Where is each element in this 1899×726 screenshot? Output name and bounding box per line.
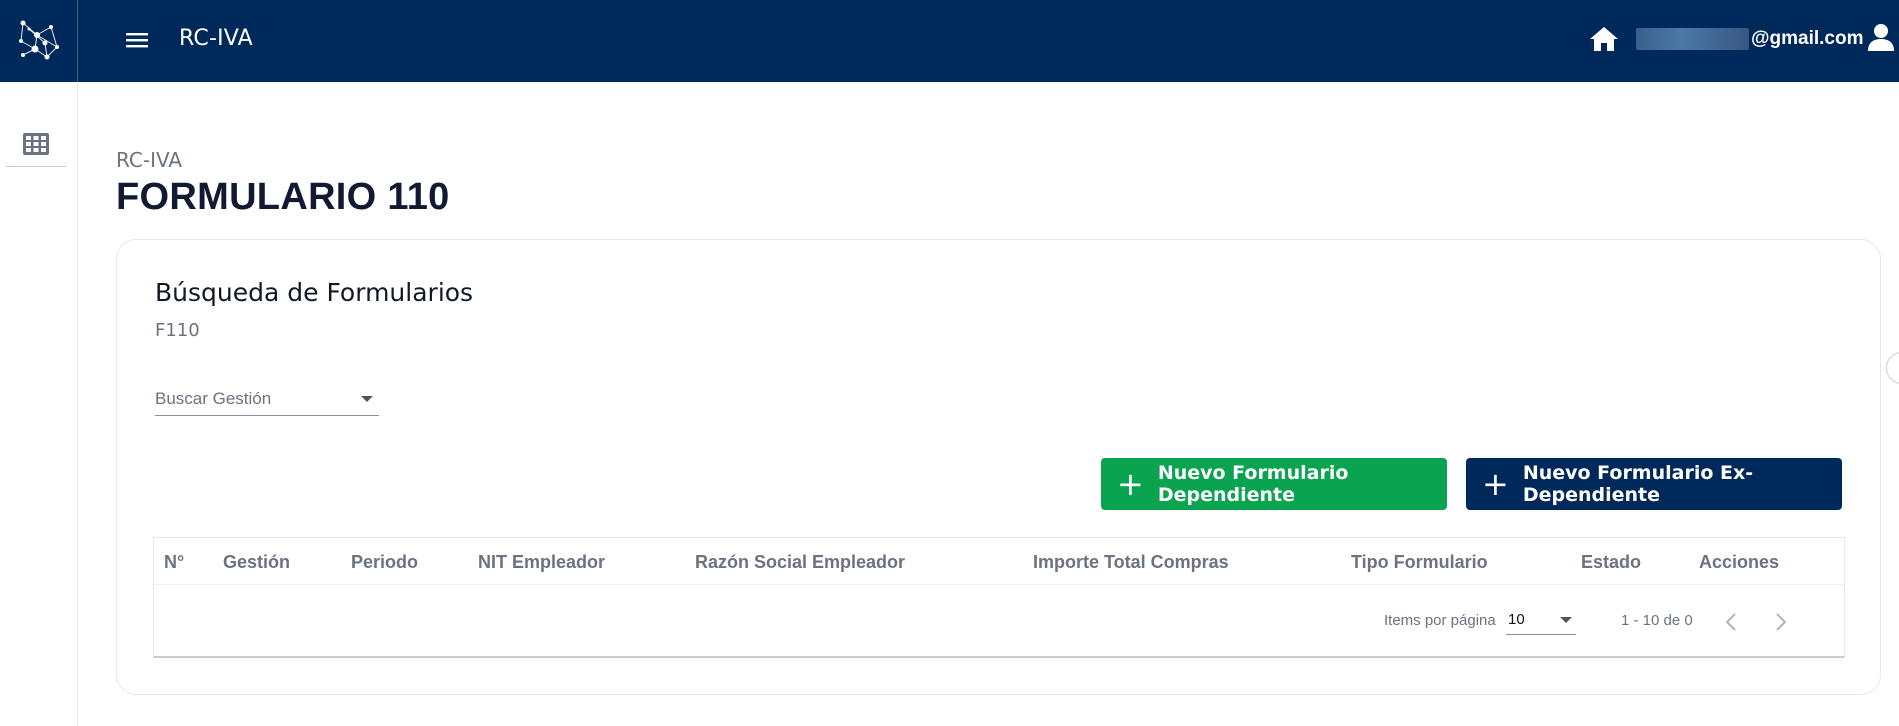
user-email-suffix: @gmail.com — [1751, 28, 1864, 49]
column-header-importe-total[interactable]: Importe Total Compras — [1033, 552, 1229, 573]
forms-table: N° Gestión Periodo NIT Empleador Razón S… — [153, 537, 1845, 658]
column-header-periodo[interactable]: Periodo — [351, 552, 418, 573]
plus-icon: + — [1117, 465, 1144, 503]
network-logo-icon — [18, 20, 59, 60]
column-header-tipo-formulario[interactable]: Tipo Formulario — [1351, 552, 1488, 573]
gestion-select-placeholder: Buscar Gestión — [155, 389, 272, 408]
redacted-email-mask — [1636, 28, 1749, 50]
column-header-gestion[interactable]: Gestión — [223, 552, 290, 573]
page-size-value: 10 — [1508, 611, 1525, 628]
gestion-select[interactable]: Buscar Gestión — [155, 381, 379, 416]
home-icon — [1590, 27, 1618, 51]
user-account-button[interactable] — [1866, 22, 1896, 52]
card-subtitle: F110 — [155, 320, 200, 341]
chevron-down-icon — [1560, 617, 1572, 623]
previous-page-button[interactable] — [1713, 604, 1749, 640]
new-dependent-form-label: Nuevo Formulario Dependiente — [1157, 462, 1349, 506]
left-sidebar — [0, 82, 78, 726]
app-title: RC-IVA — [179, 26, 253, 51]
hamburger-menu-icon — [126, 33, 148, 48]
search-card: Búsqueda de Formularios F110 Buscar Gest… — [116, 239, 1881, 695]
sidebar-item-formularios[interactable] — [6, 122, 66, 167]
page-range-label: 1 - 10 de 0 — [1621, 612, 1693, 629]
card-title: Búsqueda de Formularios — [155, 278, 474, 307]
hamburger-menu-button[interactable] — [121, 24, 153, 56]
plus-icon: + — [1482, 465, 1509, 503]
table-header-row: N° Gestión Periodo NIT Empleador Razón S… — [154, 538, 1844, 585]
column-header-nit-empleador[interactable]: NIT Empleador — [478, 552, 605, 573]
top-app-bar: RC-IVA @gmail.com — [0, 0, 1899, 82]
new-ex-dependent-form-button[interactable]: + Nuevo Formulario Ex-Dependiente — [1466, 458, 1842, 510]
table-paginator: Items por página 10 1 - 10 de 0 — [154, 584, 1844, 654]
page-title: FORMULARIO 110 — [116, 176, 450, 218]
page-size-select[interactable]: 10 — [1506, 606, 1576, 635]
chevron-left-icon — [1725, 613, 1736, 631]
column-header-acciones: Acciones — [1699, 552, 1780, 572]
grid-table-icon — [23, 133, 49, 155]
chevron-down-icon — [361, 396, 373, 402]
chevron-right-icon — [1776, 613, 1787, 631]
user-email: @gmail.com — [1636, 26, 1864, 52]
breadcrumb: RC-IVA — [116, 148, 183, 172]
new-ex-dependent-form-label: Nuevo Formulario Ex-Dependiente — [1522, 462, 1754, 506]
home-button[interactable] — [1587, 24, 1621, 54]
app-logo[interactable] — [0, 0, 78, 82]
column-header-numero[interactable]: N° — [164, 552, 184, 573]
side-panel-toggle-button[interactable] — [1886, 352, 1899, 384]
new-dependent-form-button[interactable]: + Nuevo Formulario Dependiente — [1101, 458, 1447, 510]
next-page-button[interactable] — [1763, 604, 1799, 640]
items-per-page-label: Items por página — [1384, 612, 1496, 629]
user-icon — [1868, 24, 1894, 51]
column-header-estado[interactable]: Estado — [1581, 552, 1641, 573]
column-header-razon-social[interactable]: Razón Social Empleador — [695, 552, 905, 573]
